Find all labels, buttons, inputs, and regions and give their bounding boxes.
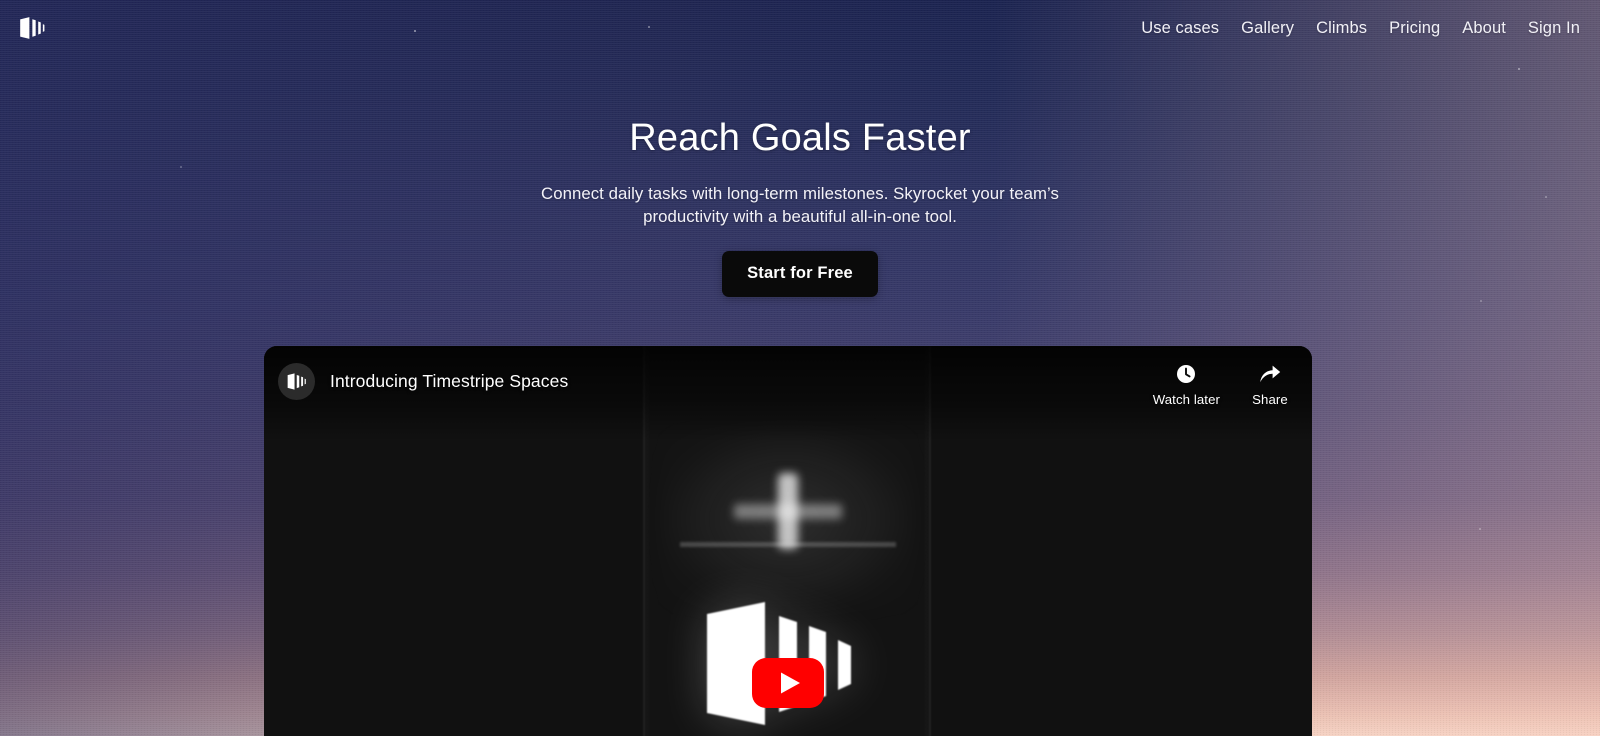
timestripe-logo-icon bbox=[20, 17, 45, 39]
hero-subtitle: Connect daily tasks with long-term miles… bbox=[541, 183, 1059, 226]
main-nav-links: Use cases Gallery Climbs Pricing About S… bbox=[1141, 20, 1580, 37]
watch-later-button[interactable]: Watch later bbox=[1153, 363, 1220, 406]
star-speck bbox=[1479, 528, 1481, 530]
brand-logo-link[interactable] bbox=[18, 15, 46, 41]
share-label: Share bbox=[1252, 392, 1288, 407]
star-speck bbox=[1480, 300, 1482, 302]
timestripe-logo-icon bbox=[287, 373, 306, 390]
avatar[interactable] bbox=[278, 363, 315, 400]
video-header: Introducing Timestripe Spaces Watch late… bbox=[264, 346, 1312, 442]
video-player[interactable]: Introducing Timestripe Spaces Watch late… bbox=[264, 346, 1312, 736]
video-divider-line bbox=[680, 542, 896, 547]
nav-about[interactable]: About bbox=[1462, 20, 1506, 37]
clock-icon bbox=[1176, 363, 1196, 384]
nav-sign-in[interactable]: Sign In bbox=[1528, 20, 1580, 37]
video-channel[interactable]: Introducing Timestripe Spaces bbox=[278, 363, 568, 400]
landing-page: Use cases Gallery Climbs Pricing About S… bbox=[0, 0, 1600, 736]
top-navigation-bar: Use cases Gallery Climbs Pricing About S… bbox=[0, 0, 1600, 56]
start-for-free-button[interactable]: Start for Free bbox=[722, 251, 878, 298]
video-actions: Watch later Share bbox=[1153, 363, 1290, 406]
nav-use-cases[interactable]: Use cases bbox=[1141, 20, 1219, 37]
nav-gallery[interactable]: Gallery bbox=[1241, 20, 1294, 37]
watch-later-label: Watch later bbox=[1152, 392, 1220, 407]
video-title[interactable]: Introducing Timestripe Spaces bbox=[330, 372, 568, 391]
share-button[interactable]: Share bbox=[1250, 363, 1290, 406]
plus-icon bbox=[734, 473, 842, 549]
page-title: Reach Goals Faster bbox=[629, 117, 971, 159]
youtube-play-icon[interactable] bbox=[752, 658, 824, 708]
nav-pricing[interactable]: Pricing bbox=[1389, 20, 1440, 37]
share-arrow-icon bbox=[1259, 363, 1281, 384]
nav-climbs[interactable]: Climbs bbox=[1316, 20, 1367, 37]
